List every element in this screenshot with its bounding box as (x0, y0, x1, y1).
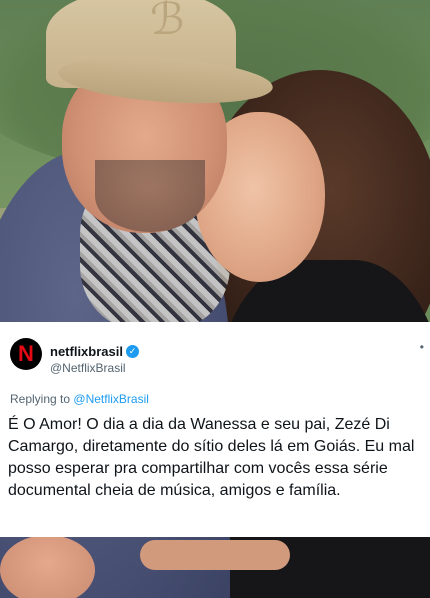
tweet-text: É O Amor! O dia a dia da Wanessa e seu p… (8, 416, 415, 499)
hand (0, 535, 95, 598)
verified-badge-icon: ✓ (125, 345, 139, 358)
cap-logo: ℬ (150, 0, 185, 45)
reply-context: Replying to @NetflixBrasil (10, 392, 149, 406)
netflix-logo-icon: N (18, 341, 34, 366)
more-options-icon[interactable]: • (420, 340, 424, 354)
user-handle[interactable]: @NetflixBrasil (50, 361, 126, 375)
reply-prefix: Replying to (10, 392, 71, 406)
arm (140, 540, 290, 570)
tweet-card: N netflixbrasil ✓ @NetflixBrasil • Reply… (0, 322, 430, 537)
avatar[interactable]: N (10, 338, 42, 370)
man-beard (95, 160, 205, 232)
author-name-row: netflixbrasil ✓ (50, 344, 139, 359)
display-name[interactable]: netflixbrasil (50, 344, 123, 359)
reply-to-link[interactable]: @NetflixBrasil (73, 392, 149, 406)
